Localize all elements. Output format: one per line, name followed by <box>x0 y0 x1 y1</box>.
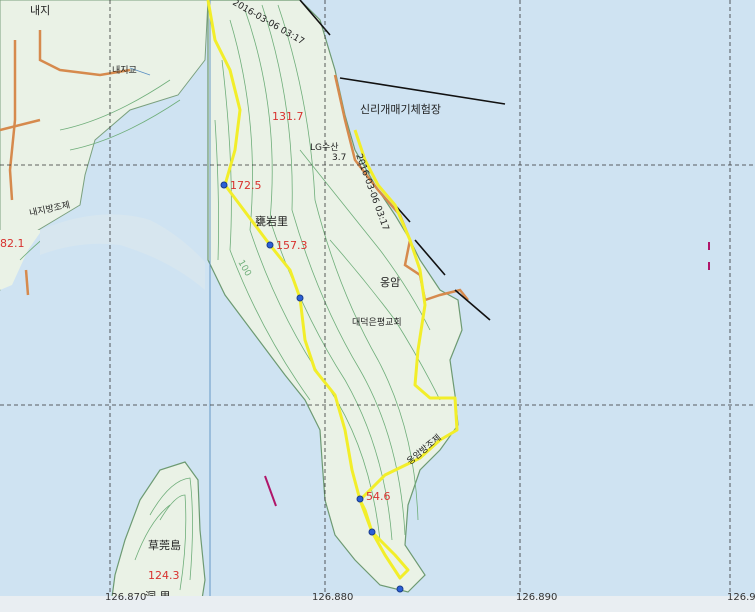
coord-126870: 126.870 <box>105 592 146 603</box>
elevation-157: 157.3 <box>276 239 308 252</box>
topographic-map[interactable]: 내지 신리개매기체험장 LG수산 3.7 甕岩里 옹암 대덕은평교회 草莞島 洞… <box>0 0 755 612</box>
label-ongam: 옹암 <box>380 276 400 289</box>
waypoint-172 <box>220 181 228 189</box>
label-naeji-bridge: 내지교 <box>112 65 137 76</box>
coord-126890: 126.890 <box>516 592 557 603</box>
waypoint-south <box>368 528 376 536</box>
waypoint-54 <box>356 495 364 503</box>
waypoint-mid <box>296 294 304 302</box>
label-lg-num: 3.7 <box>332 153 346 163</box>
label-sinri-experience: 신리개매기체험장 <box>360 103 441 116</box>
elevation-54: 54.6 <box>366 490 391 503</box>
elevation-124: 124.3 <box>148 569 180 582</box>
elevation-172: 172.5 <box>230 179 262 192</box>
label-chowando: 草莞島 <box>148 538 181 552</box>
label-lg-susan: LG수산 <box>310 142 339 153</box>
waypoint-157 <box>266 241 274 249</box>
label-naeji: 내지 <box>30 4 50 17</box>
elevation-82: 82.1 <box>0 237 25 250</box>
waypoint-end <box>396 585 404 593</box>
coord-126880: 126.880 <box>312 592 353 603</box>
coord-12690: 126.90 <box>727 592 755 603</box>
elevation-131: 131.7 <box>272 110 304 123</box>
label-daedeok: 대덕은평교회 <box>352 317 402 328</box>
label-ongam-hanja: 甕岩里 <box>255 214 288 228</box>
